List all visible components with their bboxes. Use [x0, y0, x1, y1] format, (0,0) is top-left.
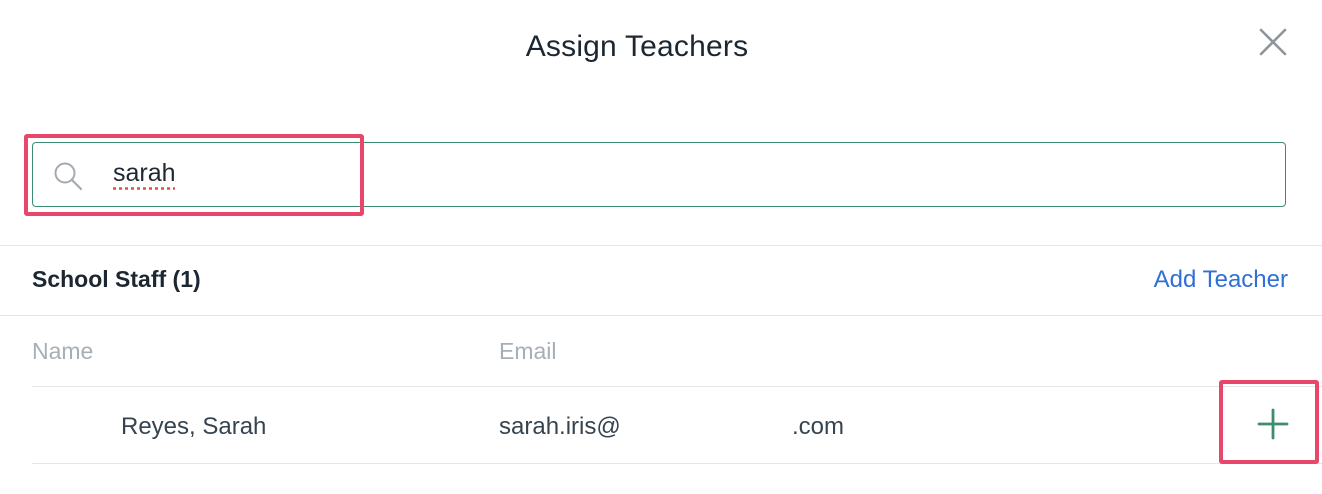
assign-teachers-dialog: Assign Teachers sarah School Staff (1) A… — [0, 0, 1322, 494]
divider — [32, 386, 1322, 387]
teacher-email-user: sarah.iris@ — [499, 413, 621, 440]
school-staff-heading: School Staff (1) — [32, 266, 201, 292]
add-teacher-row-button[interactable] — [1254, 405, 1292, 443]
add-teacher-link[interactable]: Add Teacher — [1154, 266, 1288, 294]
teacher-email-domain: .com — [792, 413, 845, 440]
column-header-name: Name — [32, 338, 94, 364]
divider — [32, 463, 1322, 464]
close-button[interactable] — [1257, 26, 1289, 58]
plus-icon — [1257, 408, 1289, 440]
search-icon — [54, 162, 83, 191]
divider — [0, 315, 1322, 316]
dialog-title: Assign Teachers — [525, 30, 749, 63]
close-icon — [1259, 28, 1287, 56]
column-header-email: Email — [499, 338, 557, 364]
teacher-name: Reyes, Sarah — [121, 413, 267, 440]
search-field[interactable]: sarah — [32, 142, 1286, 207]
search-input[interactable]: sarah — [113, 159, 176, 188]
divider — [0, 245, 1322, 246]
